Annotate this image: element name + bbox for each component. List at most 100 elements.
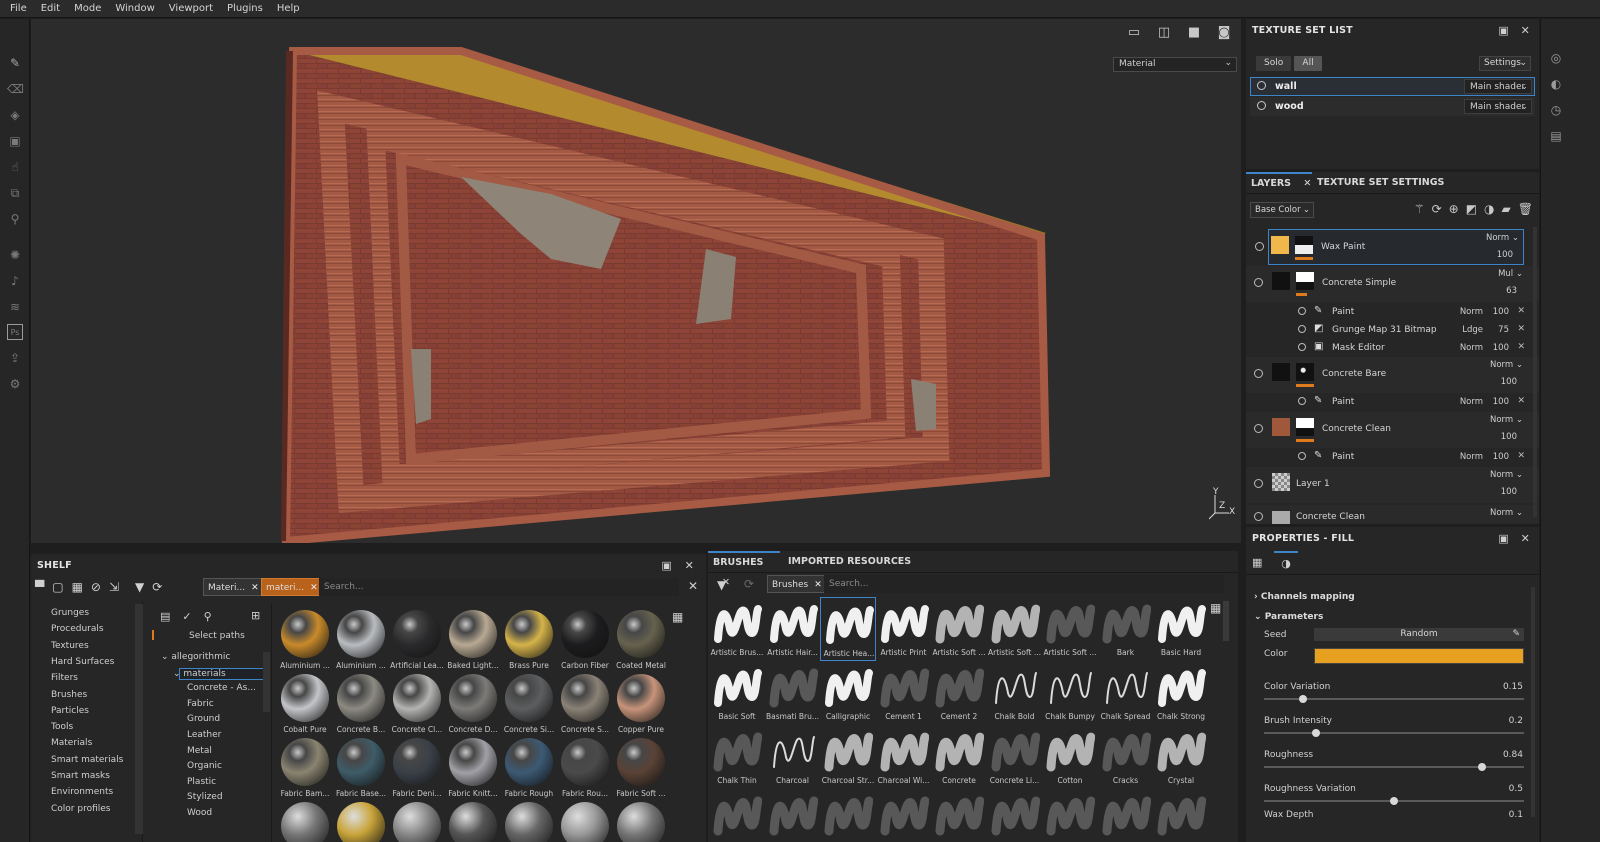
material-item[interactable]: Fabric Knitt... xyxy=(445,738,501,802)
material-item[interactable] xyxy=(501,802,557,842)
brush-item[interactable]: Artistic Soft ... xyxy=(1042,597,1098,661)
menu-help[interactable]: Help xyxy=(271,3,308,14)
brush-item[interactable] xyxy=(876,789,932,842)
screenshot-icon[interactable]: ◙ xyxy=(1215,25,1233,41)
chevron-down-icon[interactable]: ⌄ xyxy=(161,652,171,662)
menu-edit[interactable]: Edit xyxy=(35,3,68,14)
close-icon[interactable]: ✕ xyxy=(310,583,318,593)
display-settings-icon[interactable]: ◐ xyxy=(1548,77,1564,93)
filter-chip-materials-path[interactable]: materi... ✕ xyxy=(261,578,323,596)
close-icon[interactable]: ✕ xyxy=(251,583,259,593)
material-item[interactable]: Fabric Base... xyxy=(333,738,389,802)
layer-row[interactable]: Concrete Bare Norm ⌄ 100 xyxy=(1246,357,1539,393)
settings-icon[interactable]: ✺ xyxy=(7,247,23,263)
tab-brushes[interactable]: BRUSHES ✕ xyxy=(708,551,780,588)
tree-item[interactable]: Concrete - As... xyxy=(187,683,256,693)
chevron-down-icon[interactable]: ⌄ xyxy=(173,669,183,679)
visibility-icon[interactable] xyxy=(1254,278,1263,287)
3d-viewport[interactable]: ▭ ◫ ■ ◙ Material ⌄ Y Z X xyxy=(31,19,1241,543)
opacity-field[interactable]: 100 xyxy=(1493,307,1509,317)
opacity-field[interactable]: 100 xyxy=(1493,397,1509,407)
slider-knob[interactable] xyxy=(1478,763,1487,771)
folder-icon[interactable]: ▀ xyxy=(35,580,44,594)
layer-row[interactable]: Layer 1 Norm ⌄ 100 xyxy=(1246,467,1539,503)
material-item[interactable]: Fabric Rou... xyxy=(557,738,613,802)
shelf-category[interactable]: Materials xyxy=(51,738,92,748)
slider-track[interactable] xyxy=(1264,729,1524,737)
visibility-icon[interactable] xyxy=(1255,242,1264,251)
brush-item[interactable]: Cotton xyxy=(1042,725,1098,789)
menu-viewport[interactable]: Viewport xyxy=(163,3,221,14)
brush-item[interactable]: Basic Soft xyxy=(709,661,765,725)
brush-item[interactable]: Cement 1 xyxy=(876,661,932,725)
blend-mode-select[interactable]: Norm xyxy=(1460,452,1483,462)
remove-effect-icon[interactable]: ✕ xyxy=(1517,324,1525,334)
tree-item[interactable]: Fabric xyxy=(187,699,214,709)
material-item[interactable]: Concrete D... xyxy=(445,674,501,738)
hide-icon[interactable]: ⊘ xyxy=(91,580,101,594)
add-folder-icon[interactable]: ▰ xyxy=(1502,202,1511,216)
texture-set-row[interactable]: wall Main shader ⌄ xyxy=(1250,77,1535,96)
delete-icon[interactable]: 🗑 xyxy=(1518,202,1533,216)
material-item[interactable]: Artificial Lea... xyxy=(389,610,445,674)
brush-item[interactable]: Artistic Hair... xyxy=(765,597,821,661)
material-item[interactable] xyxy=(277,802,333,842)
tree-item[interactable]: ⌄ allegorithmic xyxy=(161,652,230,662)
layer-row[interactable]: Concrete Clean Norm ⌄ 100 xyxy=(1246,412,1539,448)
material-item[interactable]: Cobalt Pure xyxy=(277,674,333,738)
tree-item[interactable]: Ground xyxy=(187,714,220,724)
add-fill-icon[interactable]: ◩ xyxy=(1466,202,1477,216)
magic-wand-icon[interactable]: ⚚ xyxy=(1414,202,1425,216)
close-icon[interactable]: ✕ xyxy=(814,580,822,590)
shelf-category[interactable]: Color profiles xyxy=(51,804,110,814)
import-icon[interactable]: ⇲ xyxy=(109,580,119,594)
close-icon[interactable]: ✕ xyxy=(1303,178,1311,189)
menu-plugins[interactable]: Plugins xyxy=(221,3,271,14)
shelf-category[interactable]: Particles xyxy=(51,706,89,716)
layer-row[interactable]: Concrete Simple Mul ⌄ 63 xyxy=(1246,266,1539,302)
tree-item[interactable]: Stylized xyxy=(187,792,223,802)
brush-item[interactable]: Chalk Spread xyxy=(1098,661,1154,725)
effect-row[interactable]: ✎ Paint Norm 100 ✕ xyxy=(1246,393,1539,411)
opacity-field[interactable]: 100 xyxy=(1501,432,1517,442)
settings-dropdown[interactable]: Settings ⌄ xyxy=(1479,56,1531,71)
check-icon[interactable]: ✓ xyxy=(182,610,191,623)
close-icon[interactable]: ✕ xyxy=(1521,19,1530,43)
brush-item[interactable]: Chalk Thin xyxy=(709,725,765,789)
material-item[interactable] xyxy=(389,802,445,842)
visibility-icon[interactable] xyxy=(1254,479,1263,488)
shelf-category[interactable]: Brushes xyxy=(51,690,87,700)
material-item[interactable] xyxy=(613,802,669,842)
shelf-category[interactable]: Procedurals xyxy=(51,624,104,634)
channel-select[interactable]: Base Color ⌄ xyxy=(1250,202,1314,218)
opacity-field[interactable]: 100 xyxy=(1501,377,1517,387)
shelf-category[interactable]: Smart materials xyxy=(51,755,123,765)
add-layer-icon[interactable]: ⊕ xyxy=(1449,202,1459,216)
filter-chip-materials[interactable]: Materi... ✕ xyxy=(203,578,264,596)
brush-item[interactable]: Artistic Hea... xyxy=(820,597,876,661)
tab-texture-set-settings[interactable]: TEXTURE SET SETTINGS xyxy=(1317,172,1444,194)
filter-icon[interactable]: ▼ xyxy=(135,580,144,594)
remove-effect-icon[interactable]: ✕ xyxy=(1517,306,1525,316)
slider-value[interactable]: 0.15 xyxy=(1503,682,1523,692)
material-item[interactable]: Concrete S... xyxy=(557,674,613,738)
shelf-category[interactable]: Hard Surfaces xyxy=(51,657,114,667)
material-item[interactable] xyxy=(333,802,389,842)
texture-set-row[interactable]: wood Main shader ⌄ xyxy=(1250,97,1535,116)
photoshop-icon[interactable]: Ps xyxy=(7,324,23,340)
tree-item[interactable]: Organic xyxy=(187,761,222,771)
shelf-category[interactable]: Smart masks xyxy=(51,771,110,781)
brush-item[interactable] xyxy=(987,789,1043,842)
undock-icon[interactable]: ▣ xyxy=(1498,19,1509,43)
brush-item[interactable]: Artistic Brus... xyxy=(709,597,765,661)
new-file-icon[interactable]: ▢ xyxy=(52,580,63,594)
material-item[interactable]: Aluminium ... xyxy=(333,610,389,674)
remove-effect-icon[interactable]: ✕ xyxy=(1517,451,1525,461)
filter-icon[interactable]: ▼ xyxy=(717,578,726,592)
polygon-fill-icon[interactable]: ▣ xyxy=(7,133,23,149)
visibility-icon[interactable] xyxy=(1254,369,1263,378)
visibility-icon[interactable] xyxy=(1298,307,1306,315)
visibility-icon[interactable] xyxy=(1298,343,1306,351)
texture-set-icon[interactable]: ◎ xyxy=(1548,51,1564,67)
add-mask-icon[interactable]: ◑ xyxy=(1484,202,1494,216)
